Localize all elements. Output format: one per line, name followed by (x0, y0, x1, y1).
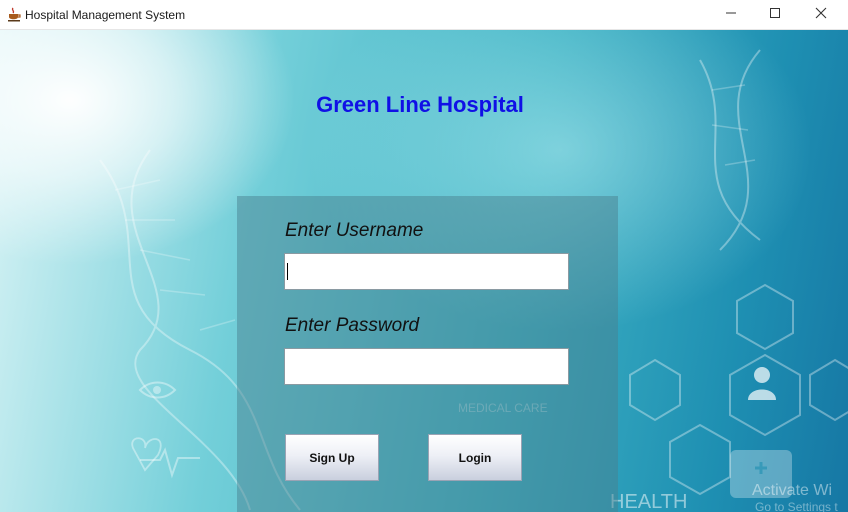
text-caret (287, 263, 288, 280)
windows-activation-watermark-sub: Go to Settings t (755, 500, 838, 512)
login-panel: Enter Username Enter Password Sign Up Lo… (237, 196, 618, 512)
username-label: Enter Username (285, 220, 424, 241)
window-title: Hospital Management System (25, 8, 186, 22)
maximize-button[interactable] (752, 0, 798, 30)
health-background-text: HEALTH (610, 491, 687, 512)
hospital-title: Green Line Hospital (316, 92, 524, 117)
java-coffee-cup-icon (6, 7, 22, 23)
sign-up-button[interactable]: Sign Up (285, 434, 379, 481)
password-input[interactable] (284, 348, 569, 385)
close-button[interactable] (798, 0, 844, 30)
minimize-button[interactable] (708, 0, 754, 30)
minimize-icon (725, 6, 737, 24)
login-button[interactable]: Login (428, 434, 522, 481)
login-window-body: MEDICAL CARE HEALTH Activate Wi Go to Se… (0, 30, 848, 512)
close-icon (815, 6, 827, 24)
password-label: Enter Password (285, 315, 420, 336)
title-bar: Hospital Management System (0, 0, 848, 30)
maximize-icon (769, 6, 781, 24)
windows-activation-watermark: Activate Wi (752, 482, 832, 499)
username-input[interactable] (284, 253, 569, 290)
